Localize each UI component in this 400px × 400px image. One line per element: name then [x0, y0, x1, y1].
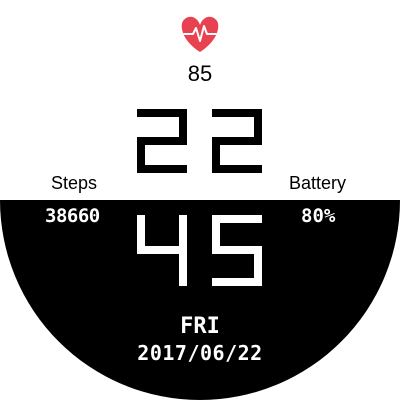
heart-rate-value: 85 [187, 61, 213, 86]
steps-label: Steps [51, 173, 98, 193]
date-text: 2017/06/22 [137, 341, 263, 365]
hours-digit-2-second [212, 109, 262, 173]
hours-digits [137, 109, 262, 173]
hours-text: 22 [0, 0, 1, 1]
day-of-week: FRI [180, 314, 220, 339]
battery-value: 80% [301, 205, 336, 227]
heart-pulse-icon [181, 16, 219, 53]
watch-face: 22 45 85 Steps Battery 38660 80% FRI 201… [0, 0, 400, 400]
hours-digit-2-first [137, 109, 187, 173]
watch-face-canvas [0, 16, 400, 400]
dial-lower-half [0, 200, 400, 400]
steps-value: 38660 [45, 205, 100, 227]
battery-label: Battery [289, 173, 347, 193]
